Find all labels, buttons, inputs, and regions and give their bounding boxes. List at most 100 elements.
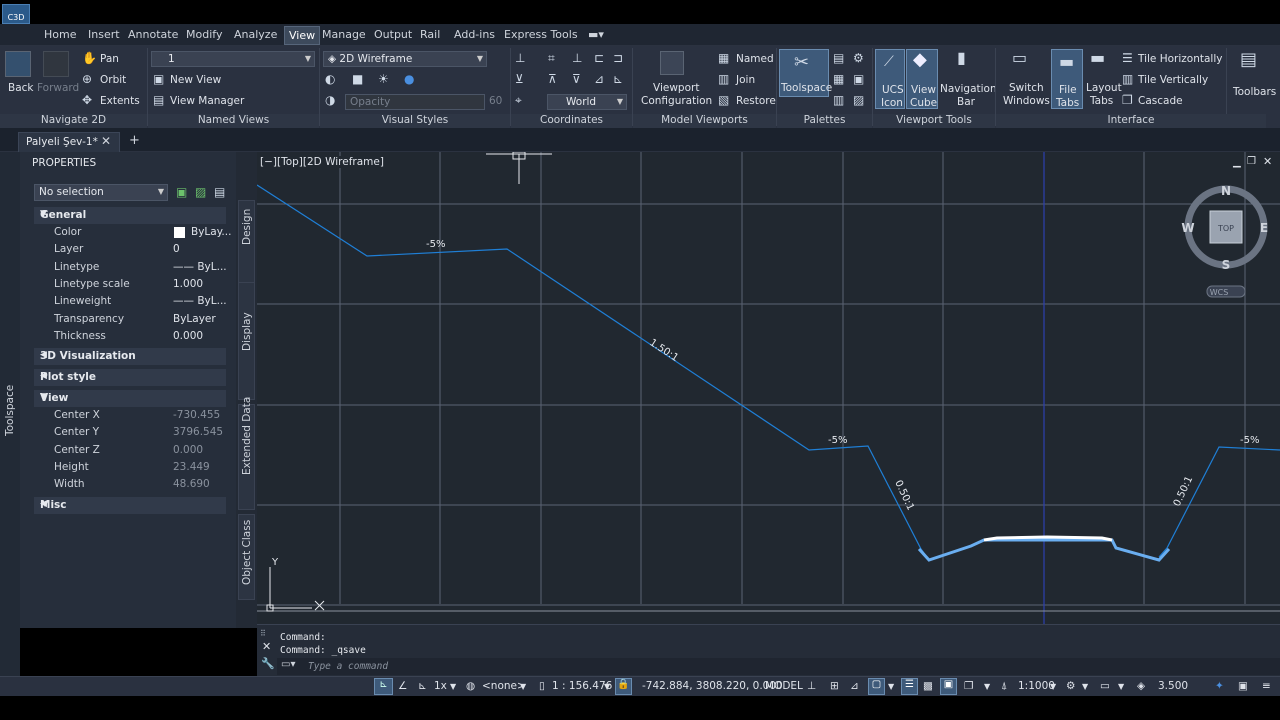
property-row-center-z[interactable]: Center Z 0.000 (34, 442, 246, 459)
ucs-icon-10[interactable]: ⊾ (613, 73, 623, 85)
compass-west[interactable]: W (1181, 221, 1194, 235)
menu-tab-home[interactable]: Home (44, 28, 76, 41)
named-viewport-icon[interactable]: ▦ (718, 52, 729, 64)
gear-icon[interactable]: ⚙ (1066, 680, 1075, 692)
light-icon[interactable]: ☀ (378, 73, 389, 85)
file-tabs-toggle[interactable]: ▬ File Tabs (1051, 49, 1083, 109)
restore-viewport-icon[interactable]: ❐ (1247, 156, 1256, 167)
menu-tab-analyze[interactable]: Analyze (234, 28, 277, 41)
switch-windows-label-line1[interactable]: Switch (1009, 82, 1044, 94)
ortho-icon[interactable]: ⊾ (418, 680, 427, 692)
ucs-world-combo[interactable]: World ▼ (547, 94, 627, 110)
back-icon[interactable] (5, 51, 31, 77)
view-manager-icon[interactable]: ▤ (153, 94, 164, 106)
slope-ratio-label[interactable]: 0.50:1 (892, 479, 915, 513)
new-tab-icon[interactable]: + (129, 133, 140, 148)
ucs-icon-8[interactable]: ⊽ (572, 73, 581, 85)
scale-dropdown-icon[interactable]: ▼ (604, 682, 610, 691)
ucs-icon-6[interactable]: ⊻ (515, 73, 524, 85)
menu-tab-express-tools[interactable]: Express Tools (504, 28, 578, 41)
ucs-icon-4[interactable]: ⊏ (594, 52, 604, 64)
opacity-slider[interactable]: Opacity (345, 94, 485, 110)
design-center-icon[interactable]: ▦ (833, 73, 844, 85)
customize-command-icon[interactable]: 🔧 (261, 657, 275, 670)
annotation-scale-icon[interactable]: ⍋ (1001, 680, 1007, 693)
display-icon[interactable]: ▭ (1100, 680, 1110, 692)
grade-label[interactable]: -5% (426, 239, 445, 250)
switch-windows-icon[interactable]: ▭ (1012, 50, 1027, 66)
join-button[interactable]: Join (736, 74, 755, 86)
menu-tab-annotate[interactable]: Annotate (128, 28, 178, 41)
ucs-icon-2[interactable]: ⌗ (548, 52, 555, 64)
grade-label[interactable]: -5% (828, 435, 847, 446)
panel-title-palettes[interactable]: Palettes (777, 114, 872, 128)
close-command-icon[interactable]: ✕ (262, 640, 271, 653)
property-row-linetype-scale[interactable]: Linetype scale 1.000 (34, 276, 246, 293)
cascade-button[interactable]: Cascade (1138, 95, 1183, 107)
command-input-bar[interactable]: ▭▾ Type a command (277, 658, 1280, 675)
grid-toggle-icon[interactable]: ⊾ (374, 678, 393, 695)
close-viewport-icon[interactable]: ✕ (1263, 155, 1272, 168)
extents-icon[interactable]: ✥ (82, 94, 92, 106)
globe-icon[interactable]: ◍ (466, 680, 475, 692)
tile-horizontally-icon[interactable]: ☰ (1122, 52, 1133, 64)
ucs-icon-3[interactable]: ⊥ (572, 52, 582, 64)
section-plot-style[interactable]: Plot style ◀ (34, 369, 226, 386)
toolbars-button[interactable]: Toolbars (1233, 86, 1276, 98)
compass-north[interactable]: N (1221, 184, 1231, 198)
ucs-icon-5[interactable]: ⊐ (613, 52, 623, 64)
property-value[interactable]: 1.000 (173, 278, 203, 290)
compass-east[interactable]: E (1260, 221, 1268, 235)
toolspace-button[interactable]: ✂ Toolspace (779, 49, 832, 97)
snap-icon[interactable]: ∠ (398, 680, 407, 692)
annotation-dropdown-icon[interactable]: ▼ (1050, 682, 1056, 691)
menu-tab-modify[interactable]: Modify (186, 28, 222, 41)
app-logo-icon[interactable]: C3D (2, 4, 30, 24)
tile-vertically-icon[interactable]: ▥ (1122, 73, 1133, 85)
pan-button[interactable]: Pan (100, 53, 119, 65)
minimize-viewport-icon[interactable]: ▁ (1233, 157, 1241, 168)
opacity-toggle-icon[interactable]: ◑ (325, 94, 335, 106)
ucs-status-icon[interactable]: ⊥ (807, 680, 816, 692)
selection-combo[interactable]: No selection ▼ (34, 184, 168, 201)
property-row-linetype[interactable]: Linetype —— ByL... (34, 259, 246, 276)
view-cube-toggle[interactable]: ◆ View Cube (906, 49, 938, 109)
coordinate-dropdown-icon[interactable]: ▼ (520, 682, 526, 691)
clean-screen-icon[interactable]: ▣ (1238, 680, 1248, 692)
ucs-icon-7[interactable]: ⊼ (548, 73, 557, 85)
property-value[interactable]: 0.000 (173, 330, 203, 342)
lineweight-icon[interactable]: ☰ (901, 678, 918, 695)
selection-cycling-icon[interactable]: ▣ (940, 678, 957, 695)
slope-ratio-label[interactable]: 0.50:1 (1172, 475, 1195, 509)
view-cube[interactable]: TOP N S E W WCS (1181, 184, 1268, 298)
toggle-pickadd-icon[interactable]: ▣ (176, 186, 187, 198)
quick-select-icon[interactable]: ▤ (214, 186, 225, 198)
property-row-color[interactable]: Color ByLay... (34, 224, 246, 241)
ucs-icon-1[interactable]: ⊥ (515, 52, 525, 64)
drawing-viewport[interactable]: -5% 1.50:1 -5% 0.50:1 0.50:1 -5% Y TOP N… (257, 152, 1280, 624)
property-row-width[interactable]: Width 48.690 (34, 476, 246, 493)
visual-style-combo[interactable]: ◈ 2D Wireframe ▼ (323, 51, 487, 67)
property-row-center-x[interactable]: Center X -730.455 (34, 407, 246, 424)
property-value[interactable]: —— ByL... (173, 261, 227, 273)
layout-tabs-label-line1[interactable]: Layout (1086, 82, 1122, 94)
tab-extended-data[interactable]: Extended Data (238, 397, 255, 510)
object-snap-icon[interactable]: ▢ (868, 678, 885, 695)
ucs-icon-9[interactable]: ⊿ (594, 73, 604, 85)
workspace-dropdown-icon[interactable]: ▼ (984, 682, 990, 691)
property-row-height[interactable]: Height 23.449 (34, 459, 246, 476)
toolspace-strip[interactable]: Toolspace (0, 152, 20, 692)
section-view[interactable]: View ▼ (34, 390, 226, 407)
viewport-config-icon[interactable] (660, 51, 684, 75)
orbit-icon[interactable]: ⊕ (82, 73, 92, 85)
file-tab[interactable]: Palyeli Şev-1* ✕ (18, 132, 120, 152)
ribbon-options-icon[interactable]: ▬▾ (588, 28, 604, 41)
grade-label[interactable]: -5% (1240, 435, 1259, 446)
menu-tab-add-ins[interactable]: Add-ins (454, 28, 495, 41)
property-value[interactable]: —— ByL... (173, 295, 227, 307)
multiplier-dropdown-icon[interactable]: ▼ (450, 682, 456, 691)
menu-tab-manage[interactable]: Manage (322, 28, 366, 41)
calc-icon[interactable]: ▨ (853, 94, 864, 106)
back-button[interactable]: Back (8, 82, 34, 94)
new-view-button[interactable]: New View (170, 74, 221, 86)
